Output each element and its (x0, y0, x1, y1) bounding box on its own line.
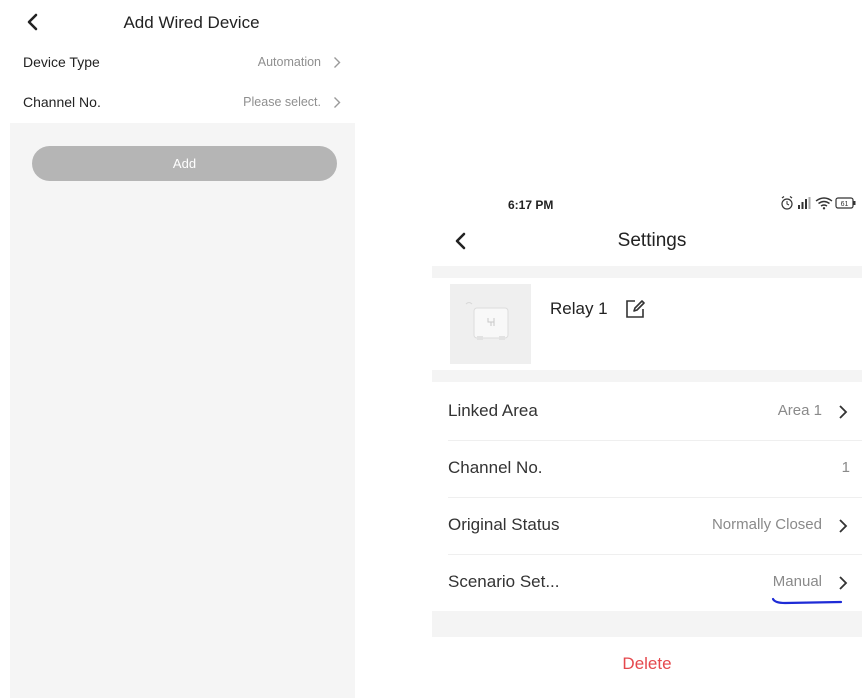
wifi-icon (815, 197, 833, 210)
channel-no-label: Channel No. (23, 94, 101, 110)
device-thumbnail (450, 284, 531, 364)
linked-area-label: Linked Area (448, 401, 538, 420)
delete-button[interactable]: Delete (432, 654, 862, 674)
channel-no-row: Channel No. 1 (432, 441, 862, 497)
relay-device-icon (465, 302, 509, 340)
chevron-right-icon (839, 519, 848, 533)
page-title: Settings (617, 230, 687, 251)
original-status-row[interactable]: Original Status Normally Closed (432, 498, 862, 554)
chevron-right-icon (839, 405, 848, 419)
channel-no-value: 1 (841, 459, 850, 476)
settings-screen: 6:17 PM 61 Settings Relay 1 Linked Area … (432, 190, 862, 698)
alarm-icon (781, 196, 793, 210)
chevron-right-icon (839, 576, 848, 590)
battery-level: 61 (841, 201, 849, 208)
channel-no-value: Please select. (243, 95, 321, 109)
header: Add Wired Device (10, 0, 355, 44)
device-type-label: Device Type (23, 54, 100, 70)
section-separator (432, 370, 862, 382)
edit-icon[interactable] (624, 298, 646, 320)
original-status-value: Normally Closed (711, 516, 822, 533)
linked-area-value: Area 1 (777, 402, 822, 419)
device-card: Relay 1 (432, 278, 862, 376)
status-time: 6:17 PM (508, 198, 554, 212)
add-button[interactable]: Add (32, 146, 337, 181)
device-type-row[interactable]: Device Type Automation (10, 43, 355, 83)
section-separator (432, 611, 862, 637)
scenario-set-value: Manual (772, 573, 822, 590)
device-name: Relay 1 (550, 299, 608, 318)
scenario-set-label: Scenario Set... (448, 572, 560, 591)
chevron-right-icon (334, 97, 341, 108)
page-title: Add Wired Device (123, 13, 260, 32)
linked-area-row[interactable]: Linked Area Area 1 (432, 384, 862, 440)
content-background (10, 123, 355, 698)
battery-icon: 61 (835, 197, 856, 209)
channel-no-row[interactable]: Channel No. Please select. (10, 83, 355, 123)
channel-no-label: Channel No. (448, 458, 543, 477)
device-type-value: Automation (257, 55, 321, 69)
original-status-label: Original Status (448, 515, 560, 534)
annotation-underline (771, 597, 843, 605)
add-wired-device-screen: Add Wired Device Device Type Automation … (10, 0, 355, 698)
status-bar-icons: 61 (781, 196, 856, 210)
signal-icon (798, 197, 811, 209)
chevron-right-icon (334, 57, 341, 68)
delete-row[interactable]: Delete (432, 637, 862, 693)
